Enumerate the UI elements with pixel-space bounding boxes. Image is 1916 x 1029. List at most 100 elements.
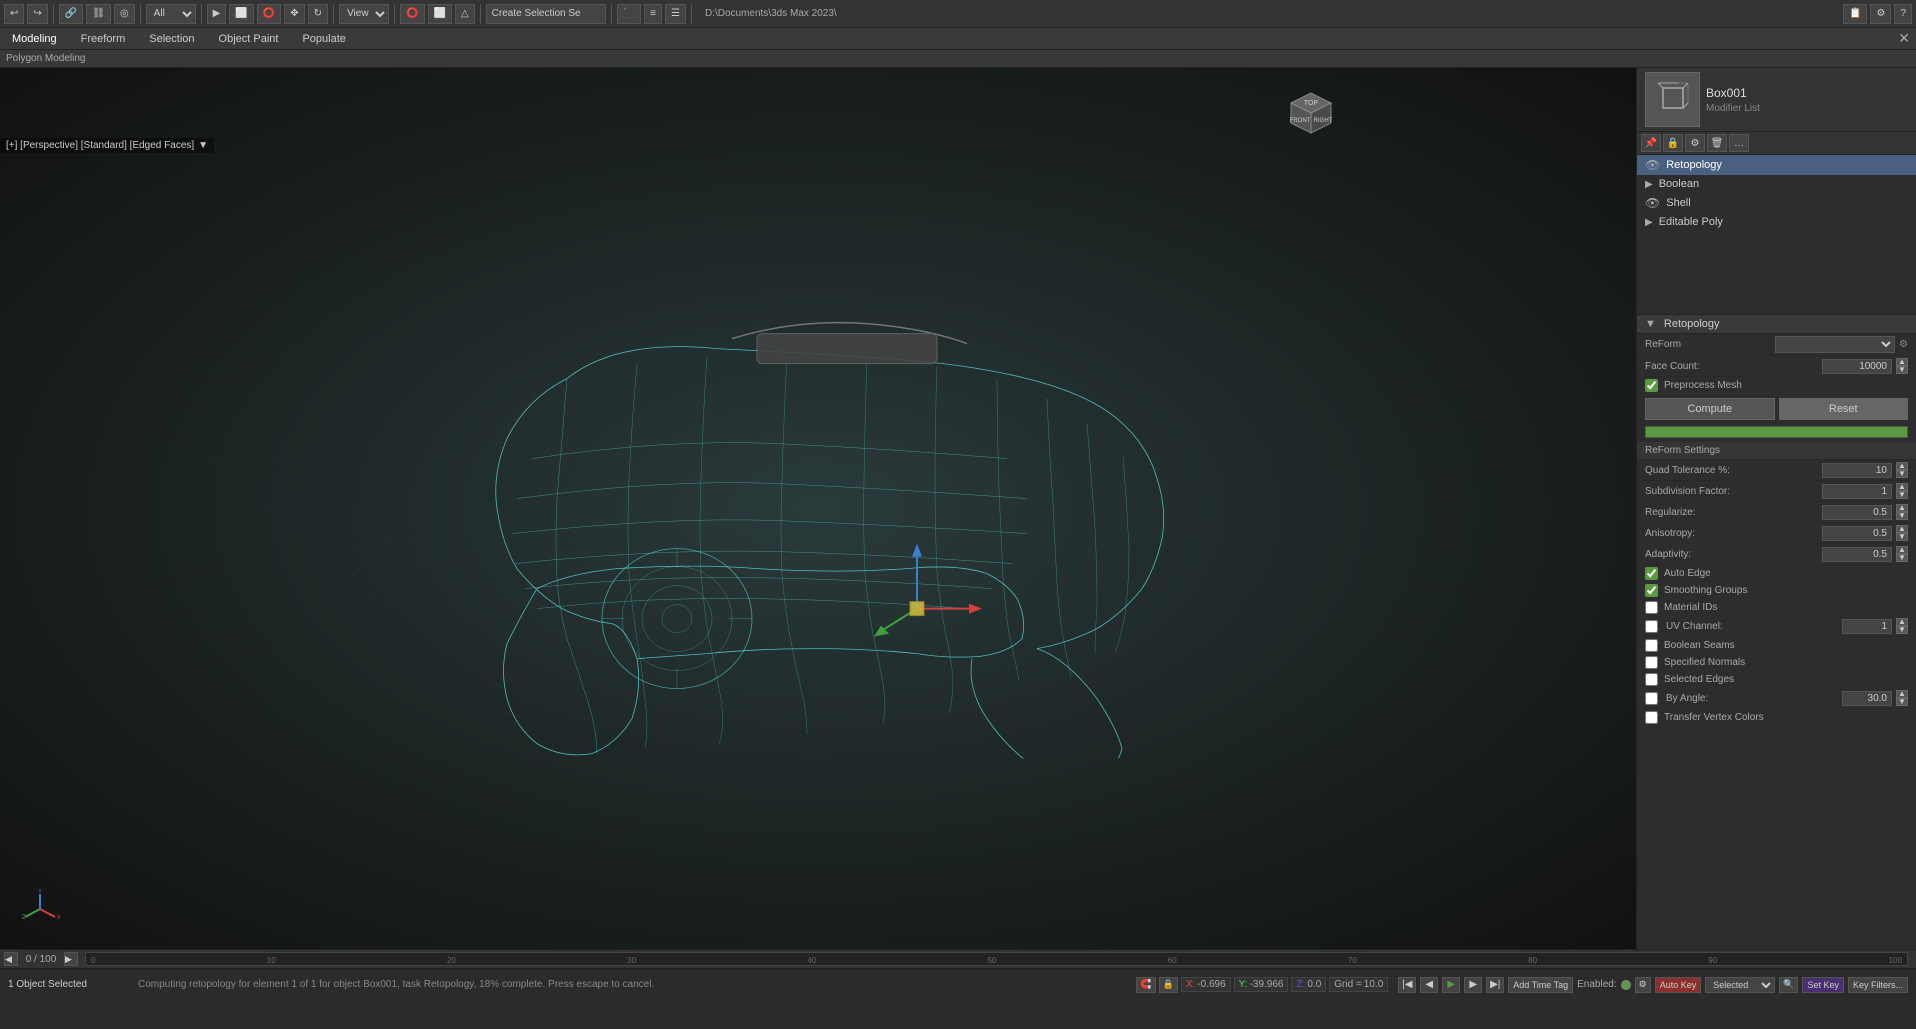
pin-btn[interactable]: 📌 <box>1641 134 1661 152</box>
selected-dropdown[interactable]: Selected <box>1705 977 1775 993</box>
quad-tolerance-input[interactable] <box>1822 463 1892 478</box>
reg-down[interactable]: ▼ <box>1896 512 1908 520</box>
lasso-select-btn[interactable]: ⭕ <box>257 4 281 24</box>
menu-selection[interactable]: Selection <box>143 31 200 47</box>
adapt-down[interactable]: ▼ <box>1896 554 1908 562</box>
axes-indicator: Y X Z <box>20 889 60 929</box>
auto-key-btn[interactable]: Auto Key <box>1655 977 1702 993</box>
material-ids-label: Material IDs <box>1664 602 1717 613</box>
modifier-boolean[interactable]: ▶ Boolean <box>1637 175 1916 193</box>
ba-down[interactable]: ▼ <box>1896 698 1908 706</box>
cone-btn[interactable]: △ <box>455 4 475 24</box>
shell-eye-icon[interactable]: 👁 <box>1645 196 1660 210</box>
next-frame-btn[interactable]: ▶ <box>1464 977 1482 993</box>
menu-object-paint[interactable]: Object Paint <box>213 31 285 47</box>
frame-display: 0 / 100 <box>21 954 61 965</box>
redo-button[interactable]: ↪ <box>27 4 47 24</box>
uv-channel-input[interactable] <box>1842 619 1892 634</box>
select-btn[interactable]: ▶ <box>207 4 227 24</box>
view-dropdown[interactable]: View <box>339 4 389 24</box>
more-btn[interactable]: … <box>1729 134 1749 152</box>
ani-down[interactable]: ▼ <box>1896 533 1908 541</box>
lock-btn[interactable]: 🔒 <box>1663 134 1683 152</box>
by-angle-input[interactable] <box>1842 691 1892 706</box>
add-time-tag-btn[interactable]: Add Time Tag <box>1508 977 1573 993</box>
svg-text:FRONT: FRONT <box>1290 118 1311 124</box>
subdivision-factor-input[interactable] <box>1822 484 1892 499</box>
manager-btn[interactable]: 📋 <box>1843 4 1867 24</box>
boolean-seams-label: Boolean Seams <box>1664 640 1735 651</box>
sphere-btn[interactable]: ⭕ <box>400 4 424 24</box>
boolean-seams-checkbox[interactable] <box>1645 639 1658 652</box>
selected-edges-checkbox[interactable] <box>1645 673 1658 686</box>
timeline-next-btn[interactable]: ▶ <box>64 952 78 966</box>
uv-channel-checkbox[interactable] <box>1645 620 1658 633</box>
timeline-scrubber[interactable]: 0 10 20 30 40 50 60 70 80 90 100 <box>85 952 1908 966</box>
viewport-filter-icon[interactable]: ▼ <box>198 140 208 151</box>
modifier-shell[interactable]: 👁 Shell <box>1637 193 1916 213</box>
lock-btn-status[interactable]: 🔒 <box>1159 977 1178 993</box>
go-start-btn[interactable]: |◀ <box>1398 977 1416 993</box>
sf-down[interactable]: ▼ <box>1896 491 1908 499</box>
menu-freeform[interactable]: Freeform <box>75 31 132 47</box>
rectangle-select-btn[interactable]: ⬜ <box>229 4 253 24</box>
play-btn[interactable]: ▶ <box>1442 977 1460 993</box>
uvc-down[interactable]: ▼ <box>1896 626 1908 634</box>
adaptivity-input[interactable] <box>1822 547 1892 562</box>
nav-cube[interactable]: TOP FRONT RIGHT <box>1276 78 1346 148</box>
mode-dropdown[interactable]: All <box>146 4 196 24</box>
auto-edge-checkbox[interactable] <box>1645 567 1658 580</box>
retopology-section-header[interactable]: ▼ Retopology <box>1637 315 1916 334</box>
modifier-editable-poly[interactable]: ▶ Editable Poly <box>1637 213 1916 231</box>
specified-normals-checkbox[interactable] <box>1645 656 1658 669</box>
create-selection-btn[interactable]: Create Selection Se <box>486 4 606 24</box>
reform-dropdown[interactable] <box>1775 336 1895 353</box>
unlink-button[interactable]: ⛓ <box>86 4 111 24</box>
enabled-settings-btn[interactable]: ⚙ <box>1635 977 1651 993</box>
layer-btn[interactable]: ☰ <box>665 4 686 24</box>
reform-row: ReForm ⚙ <box>1637 334 1916 356</box>
menu-modeling[interactable]: Modeling <box>6 31 63 47</box>
compute-btn[interactable]: Compute <box>1645 398 1775 420</box>
material-ids-checkbox[interactable] <box>1645 601 1658 614</box>
bind-button[interactable]: ◎ <box>114 4 135 24</box>
regularize-input[interactable] <box>1822 505 1892 520</box>
face-count-input[interactable] <box>1822 359 1892 374</box>
timeline-prev-btn[interactable]: ◀ <box>4 952 18 966</box>
retopology-eye-icon[interactable]: 👁 <box>1645 158 1660 172</box>
mirror-btn[interactable]: ⬛ <box>617 4 641 24</box>
config-btn[interactable]: ⚙ <box>1685 134 1705 152</box>
transfer-vertex-colors-checkbox[interactable] <box>1645 711 1658 724</box>
cube-btn[interactable]: ⬜ <box>428 4 452 24</box>
tick-30: 30 <box>627 956 636 965</box>
move-btn[interactable]: ✥ <box>284 4 304 24</box>
modifier-retopology[interactable]: 👁 Retopology <box>1637 155 1916 175</box>
prev-frame-btn[interactable]: ◀ <box>1420 977 1438 993</box>
qt-down[interactable]: ▼ <box>1896 470 1908 478</box>
bottom-controls: |◀ ◀ ▶ ▶ ▶| Add Time Tag Enabled: ⚙ Auto… <box>1398 977 1908 993</box>
reform-options-btn[interactable]: ⚙ <box>1899 339 1908 350</box>
menu-populate[interactable]: Populate <box>296 31 351 47</box>
by-angle-checkbox[interactable] <box>1645 692 1658 705</box>
settings-btn[interactable]: ⚙ <box>1870 4 1891 24</box>
menu-close-btn[interactable]: ✕ <box>1898 30 1910 47</box>
help-btn[interactable]: ? <box>1894 4 1912 24</box>
key-filters-btn[interactable]: Key Filters... <box>1848 977 1908 993</box>
undo-button[interactable]: ↩ <box>4 4 24 24</box>
reform-settings-header: ReForm Settings <box>1637 442 1916 460</box>
rotate-btn[interactable]: ↻ <box>308 4 328 24</box>
link-button[interactable]: 🔗 <box>59 4 83 24</box>
reset-btn[interactable]: Reset <box>1779 398 1909 420</box>
smoothing-groups-checkbox[interactable] <box>1645 584 1658 597</box>
snap-btn[interactable]: 🧲 <box>1136 977 1155 993</box>
anisotropy-input[interactable] <box>1822 526 1892 541</box>
align-btn[interactable]: ≡ <box>644 4 662 24</box>
set-key-btn[interactable]: Set Key <box>1802 977 1844 993</box>
go-end-btn[interactable]: ▶| <box>1486 977 1504 993</box>
search-btn[interactable]: 🔍 <box>1779 977 1798 993</box>
svg-text:Y: Y <box>38 889 42 895</box>
face-count-down[interactable]: ▼ <box>1896 366 1908 374</box>
viewport[interactable]: [+] [Perspective] [Standard] [Edged Face… <box>0 68 1636 949</box>
preprocess-mesh-checkbox[interactable] <box>1645 379 1658 392</box>
delete-btn[interactable]: 🗑 <box>1707 134 1727 152</box>
